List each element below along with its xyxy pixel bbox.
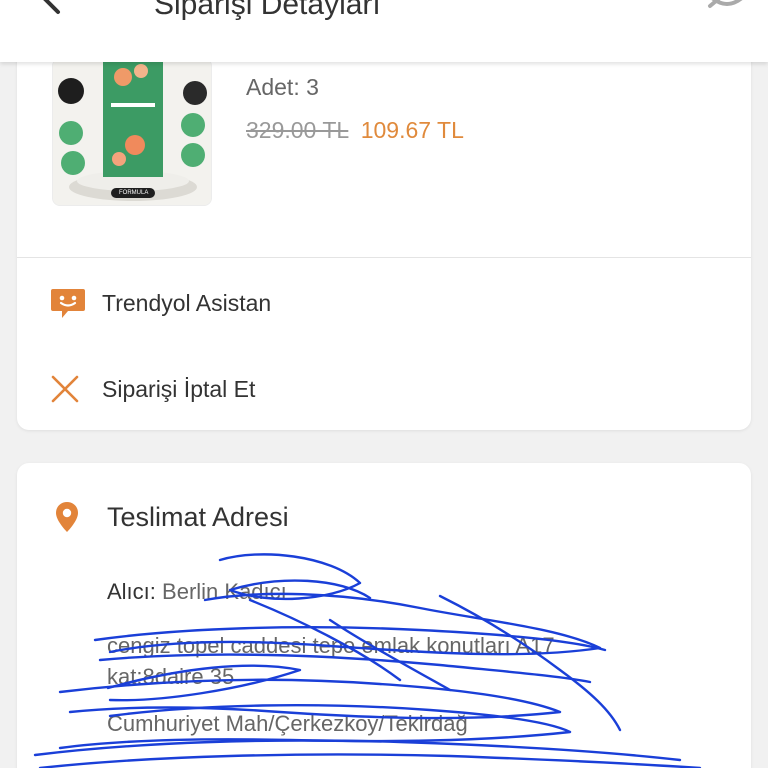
city-district: Cumhuriyet Mah/Çerkezköy/Tekirdağ xyxy=(107,711,468,736)
product-quantity: Adet: 3 xyxy=(246,74,319,100)
product-image-label: FORMULA xyxy=(119,190,149,196)
recipient-label: Alıcı: xyxy=(107,579,156,604)
trendyol-assistant-button[interactable]: Trendyol Asistan xyxy=(50,283,271,323)
visibility-toggle-button[interactable] xyxy=(702,0,752,26)
arrow-left-icon xyxy=(43,0,78,14)
product-price: 329.00 TL 109.67 TL xyxy=(246,117,464,144)
discounted-price: 109.67 TL xyxy=(360,117,464,143)
street-line-2: kat:8daire 35 xyxy=(107,664,235,689)
chat-bot-icon xyxy=(50,285,88,321)
recipient-name: Berlin Kadıcı xyxy=(162,579,287,604)
address-header: Teslimat Adresi xyxy=(55,501,289,533)
cancel-order-button[interactable]: Siparişi İptal Et xyxy=(50,369,255,409)
street-line-1: cengiz topel caddesi tepe emlak konutlar… xyxy=(107,633,555,658)
address-title: Teslimat Adresi xyxy=(107,501,289,532)
street-address: cengiz topel caddesi tepe emlak konutlar… xyxy=(107,630,555,692)
back-button[interactable] xyxy=(34,0,82,26)
cancel-order-label: Siparişi İptal Et xyxy=(102,375,256,402)
product-card: FORMULA Adet: 3 329.00 TL 109.67 TL Tren… xyxy=(17,40,751,430)
assistant-label: Trendyol Asistan xyxy=(102,289,272,316)
recipient-line: Alıcı: Berlin Kadıcı xyxy=(107,579,287,605)
divider xyxy=(17,257,751,258)
page-title: Siparişi Detayları xyxy=(154,0,381,21)
delivery-address-card: Teslimat Adresi Alıcı: Berlin Kadıcı cen… xyxy=(17,463,751,768)
location-pin-icon xyxy=(56,502,78,532)
product-image[interactable]: FORMULA xyxy=(52,58,212,206)
old-price: 329.00 TL xyxy=(246,117,349,143)
product-image-graphic xyxy=(53,59,211,205)
close-icon xyxy=(50,371,88,407)
eye-off-icon xyxy=(708,0,743,8)
top-app-bar: Siparişi Detayları xyxy=(0,0,768,62)
